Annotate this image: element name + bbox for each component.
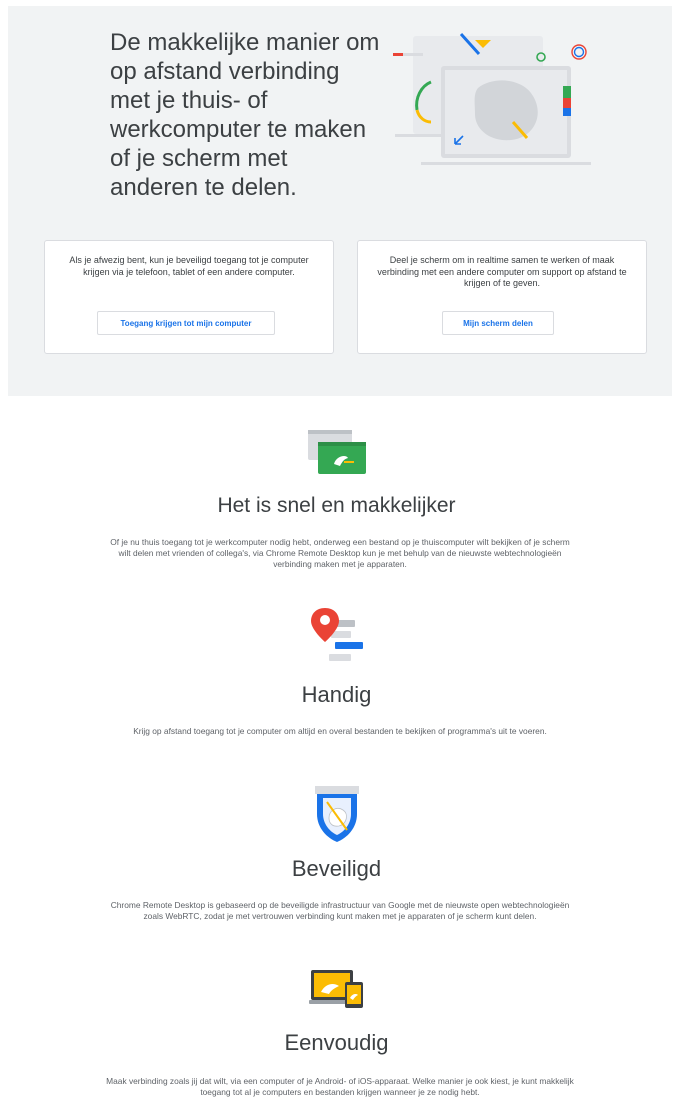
feature-title-fast: Het is snel en makkelijker [217,494,456,517]
feature-title-handy: Handig [301,682,372,707]
devices-illustration-icon [393,32,591,165]
feature-title-secure: Beveiligd [291,856,382,881]
hero-section: De makkelijke manier om op afstand verbi… [8,6,672,396]
share-screen-button[interactable]: Mijn scherm delen [442,311,554,335]
feature-desc-secure: Chrome Remote Desktop is gebaseerd op de… [110,900,570,922]
feature-desc-simple: Maak verbinding zoals jij dat wilt, via … [106,1076,574,1098]
remote-access-button[interactable]: Toegang krijgen tot mijn computer [97,311,275,335]
feature-title-simple: Eenvoudig [284,1030,389,1055]
share-screen-card-text: Deel je scherm om in realtime samen te w… [377,255,627,288]
hero-title: De makkelijke manier om op afstand verbi… [110,29,380,201]
remote-access-card-text: Als je afwezig bent, kun je beveiligd to… [69,255,309,277]
location-pin-icon [310,608,363,661]
devices-icon [308,970,363,1008]
feature-desc-handy: Krijg op afstand toegang tot je computer… [133,726,547,736]
remote-access-card: Als je afwezig bent, kun je beveiligd to… [44,240,334,354]
share-screen-card: Deel je scherm om in realtime samen te w… [357,240,647,354]
feature-desc-fast: Of je nu thuis toegang tot je werkcomput… [110,537,570,570]
fast-screens-icon [307,430,366,474]
page: De makkelijke manier om op afstand verbi… [0,0,673,1113]
shield-icon [314,786,359,842]
